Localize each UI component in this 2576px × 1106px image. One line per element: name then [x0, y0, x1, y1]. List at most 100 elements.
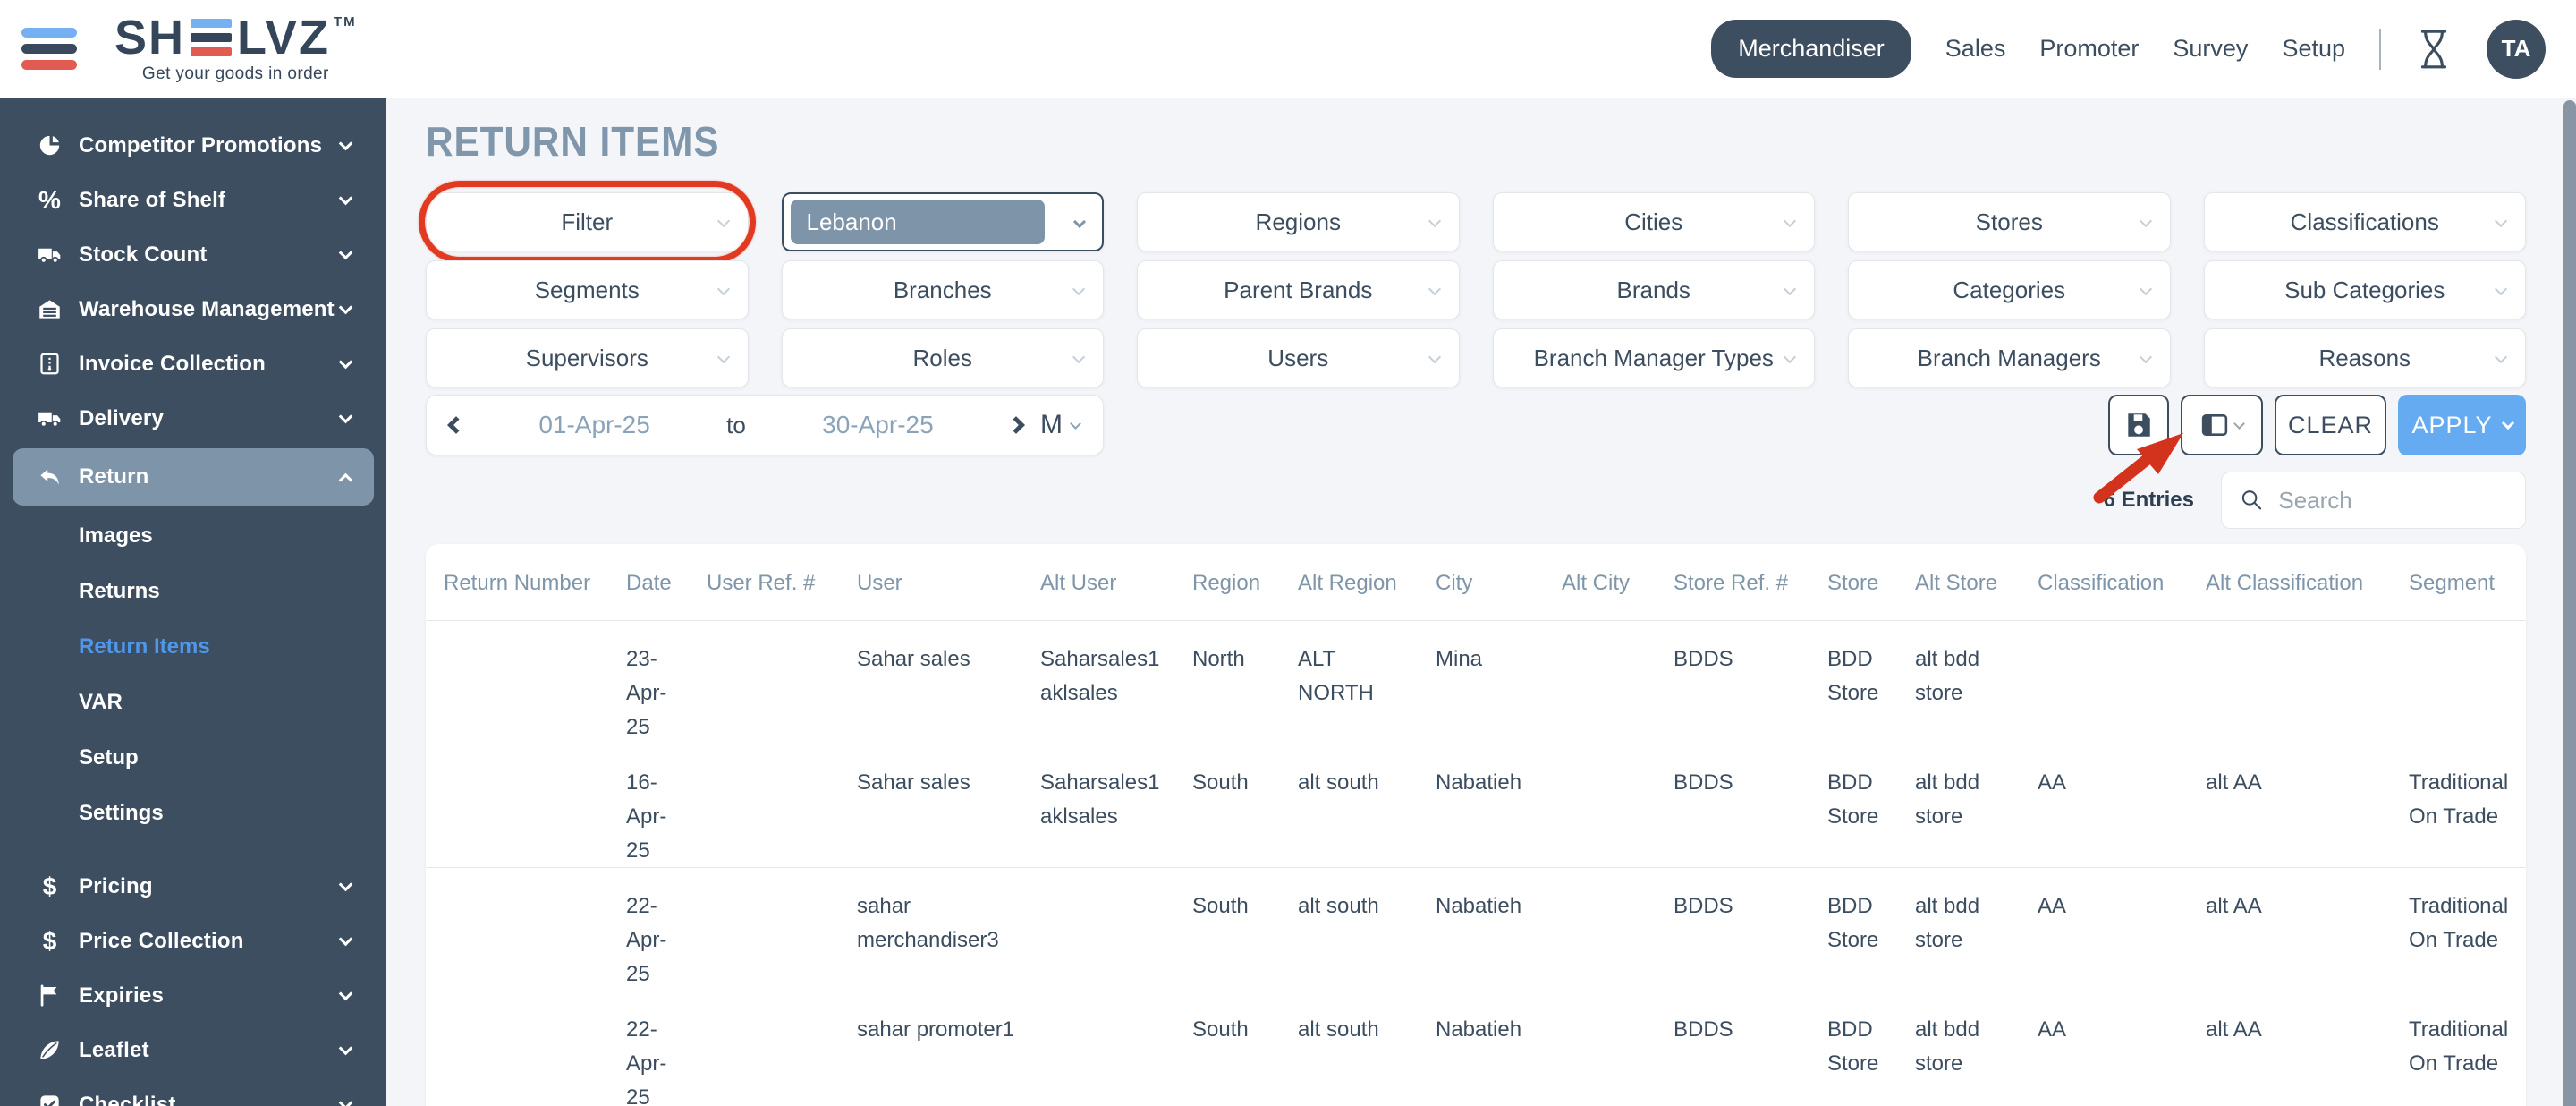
chevron-down-icon [2139, 351, 2151, 363]
user-avatar[interactable]: TA [2487, 20, 2546, 79]
sidebar-item-setup[interactable]: Setup [0, 730, 386, 786]
checklist-icon [38, 1093, 62, 1106]
column-header[interactable]: Return Number [444, 544, 626, 620]
date-end[interactable]: 30-Apr-25 [746, 411, 1010, 439]
classifications-dropdown[interactable]: Classifications [2204, 192, 2527, 251]
table-columns-icon [2201, 413, 2228, 438]
countries-dropdown[interactable]: Lebanon [782, 192, 1105, 251]
chevron-down-icon [716, 351, 729, 363]
sidebar-item-return-items[interactable]: Return Items [0, 619, 386, 675]
sidebar-item-images[interactable]: Images [0, 508, 386, 564]
sub-categories-dropdown[interactable]: Sub Categories [2204, 260, 2527, 319]
dollar-icon: $ [38, 874, 62, 898]
segments-dropdown[interactable]: Segments [426, 260, 749, 319]
chevron-down-icon [2495, 283, 2507, 295]
categories-dropdown[interactable]: Categories [1848, 260, 2171, 319]
nav-setup[interactable]: Setup [2282, 35, 2345, 63]
column-header[interactable]: City [1436, 544, 1562, 620]
chevron-down-icon [1428, 215, 1440, 227]
columns-button[interactable] [2181, 395, 2263, 455]
reasons-dropdown[interactable]: Reasons [2204, 328, 2527, 387]
column-header[interactable]: Classification [2038, 544, 2206, 620]
apply-button[interactable]: APPLY [2398, 395, 2526, 455]
chevron-down-icon [339, 932, 353, 946]
stores-dropdown[interactable]: Stores [1848, 192, 2171, 251]
column-header[interactable]: Alt Store [1915, 544, 2038, 620]
table-row[interactable]: 22-Apr-25 sahar promoter1 South alt sout… [426, 991, 2526, 1106]
cities-dropdown[interactable]: Cities [1493, 192, 1816, 251]
table-row[interactable]: 16-Apr-25 Sahar sales Saharsales1 aklsal… [426, 744, 2526, 867]
search-input[interactable] [2278, 487, 2507, 515]
entries-count: 6 Entries [2104, 488, 2194, 513]
column-header[interactable]: Alt User [1040, 544, 1192, 620]
chevron-down-icon [1784, 283, 1796, 295]
chevron-down-icon [339, 1041, 353, 1055]
sidebar-item-delivery[interactable]: Delivery [0, 391, 386, 446]
column-header[interactable]: User [857, 544, 1040, 620]
nav-merchandiser[interactable]: Merchandiser [1711, 20, 1911, 78]
sidebar-item-warehouse-management[interactable]: Warehouse Management [0, 282, 386, 336]
branch-managers-dropdown[interactable]: Branch Managers [1848, 328, 2171, 387]
table-row[interactable]: 22-Apr-25 sahar merchandiser3 South alt … [426, 867, 2526, 991]
branch-manager-types-dropdown[interactable]: Branch Manager Types [1493, 328, 1816, 387]
vertical-scrollbar[interactable] [2563, 100, 2576, 1106]
hourglass-icon[interactable] [2415, 29, 2453, 70]
chevron-down-icon [1072, 351, 1085, 363]
date-start[interactable]: 01-Apr-25 [462, 411, 726, 439]
sidebar-item-checklist[interactable]: Checklist [0, 1077, 386, 1106]
sidebar-item-price-collection[interactable]: $ Price Collection [0, 914, 386, 968]
chevron-down-icon [339, 136, 353, 150]
nav-survey[interactable]: Survey [2173, 35, 2248, 63]
column-header[interactable]: Alt City [1562, 544, 1674, 620]
regions-dropdown[interactable]: Regions [1137, 192, 1460, 251]
column-header[interactable]: Alt Region [1298, 544, 1436, 620]
chevron-right-icon[interactable] [1007, 416, 1025, 434]
sidebar-item-competitor-promotions[interactable]: Competitor Promotions [0, 118, 386, 173]
nav-sales[interactable]: Sales [1945, 35, 2006, 63]
column-header[interactable]: Date [626, 544, 707, 620]
sidebar-item-share-of-shelf[interactable]: % Share of Shelf [0, 173, 386, 227]
flag-icon [38, 983, 62, 1008]
sidebar-item-invoice-collection[interactable]: Invoice Collection [0, 336, 386, 391]
save-filter-button[interactable] [2108, 395, 2169, 455]
sidebar-item-pricing[interactable]: $ Pricing [0, 859, 386, 914]
search-box[interactable] [2221, 472, 2526, 529]
sidebar-item-returns[interactable]: Returns [0, 564, 386, 619]
hamburger-menu-icon[interactable] [21, 28, 77, 70]
supervisors-dropdown[interactable]: Supervisors [426, 328, 749, 387]
shelvz-logo: SH LVZ TM Get your goods in order [114, 13, 357, 84]
date-mode-dropdown[interactable]: M [1040, 410, 1080, 440]
warehouse-icon [38, 297, 62, 321]
column-header[interactable]: User Ref. # [707, 544, 857, 620]
logo-e-bars-icon [191, 19, 232, 56]
sidebar-item-settings[interactable]: Settings [0, 786, 386, 841]
invoice-icon [38, 352, 62, 376]
column-header[interactable]: Region [1192, 544, 1298, 620]
column-header[interactable]: Alt Classification [2206, 544, 2409, 620]
parent-brands-dropdown[interactable]: Parent Brands [1137, 260, 1460, 319]
brands-dropdown[interactable]: Brands [1493, 260, 1816, 319]
users-dropdown[interactable]: Users [1137, 328, 1460, 387]
chevron-down-icon [2495, 351, 2507, 363]
column-header[interactable]: Store Ref. # [1674, 544, 1827, 620]
sidebar-item-return[interactable]: Return [13, 448, 374, 506]
chevron-down-icon [716, 283, 729, 295]
sidebar-item-var[interactable]: VAR [0, 675, 386, 730]
column-header[interactable]: Store [1827, 544, 1915, 620]
chevron-down-icon [2233, 418, 2245, 430]
chevron-down-icon [2495, 215, 2507, 227]
nav-promoter[interactable]: Promoter [2039, 35, 2139, 63]
chevron-down-icon [339, 986, 353, 1000]
filter-dropdown[interactable]: Filter [426, 192, 749, 251]
sidebar-item-expiries[interactable]: Expiries [0, 968, 386, 1023]
sidebar-item-stock-count[interactable]: Stock Count [0, 227, 386, 282]
roles-dropdown[interactable]: Roles [782, 328, 1105, 387]
column-header[interactable]: Segment [2409, 544, 2508, 620]
page-title: RETURN ITEMS [426, 117, 2404, 166]
table-row[interactable]: 23-Apr-25 Sahar sales Saharsales1 aklsal… [426, 620, 2526, 744]
sidebar-item-leaflet[interactable]: Leaflet [0, 1023, 386, 1077]
chevron-down-icon [339, 191, 353, 205]
branches-dropdown[interactable]: Branches [782, 260, 1105, 319]
clear-button[interactable]: CLEAR [2275, 395, 2386, 455]
sidebar: Competitor Promotions % Share of Shelf S… [0, 98, 386, 1106]
